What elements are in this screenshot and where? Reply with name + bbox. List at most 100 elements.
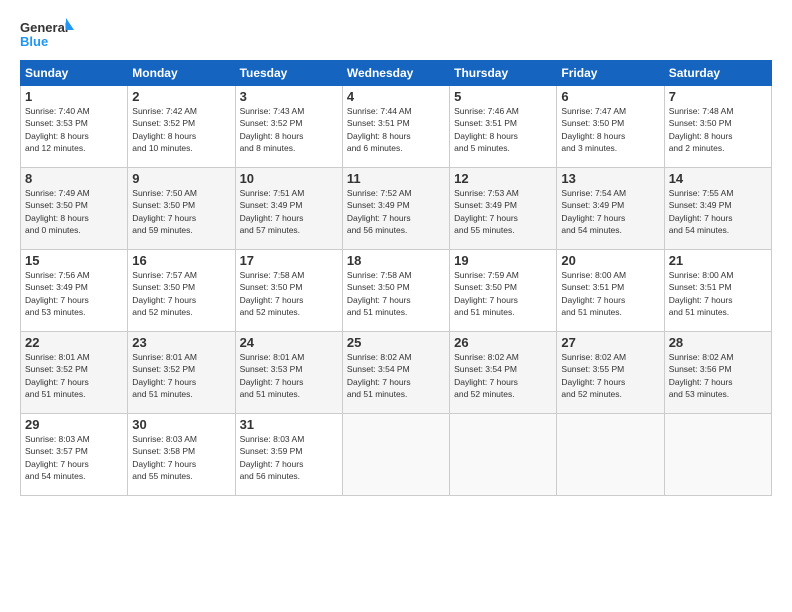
calendar-header: SundayMondayTuesdayWednesdayThursdayFrid… [21, 61, 772, 86]
calendar-cell: 28Sunrise: 8:02 AM Sunset: 3:56 PM Dayli… [664, 332, 771, 414]
weekday-header-wednesday: Wednesday [342, 61, 449, 86]
day-number: 26 [454, 335, 552, 350]
day-info: Sunrise: 8:03 AM Sunset: 3:58 PM Dayligh… [132, 433, 230, 482]
calendar-table: SundayMondayTuesdayWednesdayThursdayFrid… [20, 60, 772, 496]
calendar-cell: 31Sunrise: 8:03 AM Sunset: 3:59 PM Dayli… [235, 414, 342, 496]
day-info: Sunrise: 7:43 AM Sunset: 3:52 PM Dayligh… [240, 105, 338, 154]
calendar-cell: 17Sunrise: 7:58 AM Sunset: 3:50 PM Dayli… [235, 250, 342, 332]
page: GeneralBlue SundayMondayTuesdayWednesday… [0, 0, 792, 612]
day-info: Sunrise: 7:54 AM Sunset: 3:49 PM Dayligh… [561, 187, 659, 236]
day-info: Sunrise: 7:58 AM Sunset: 3:50 PM Dayligh… [240, 269, 338, 318]
calendar-cell: 25Sunrise: 8:02 AM Sunset: 3:54 PM Dayli… [342, 332, 449, 414]
day-info: Sunrise: 8:03 AM Sunset: 3:59 PM Dayligh… [240, 433, 338, 482]
day-info: Sunrise: 7:42 AM Sunset: 3:52 PM Dayligh… [132, 105, 230, 154]
weekday-header-monday: Monday [128, 61, 235, 86]
calendar-cell: 11Sunrise: 7:52 AM Sunset: 3:49 PM Dayli… [342, 168, 449, 250]
day-info: Sunrise: 8:02 AM Sunset: 3:56 PM Dayligh… [669, 351, 767, 400]
calendar-cell: 15Sunrise: 7:56 AM Sunset: 3:49 PM Dayli… [21, 250, 128, 332]
day-info: Sunrise: 7:59 AM Sunset: 3:50 PM Dayligh… [454, 269, 552, 318]
calendar-cell [557, 414, 664, 496]
day-info: Sunrise: 7:57 AM Sunset: 3:50 PM Dayligh… [132, 269, 230, 318]
day-info: Sunrise: 8:00 AM Sunset: 3:51 PM Dayligh… [561, 269, 659, 318]
day-number: 30 [132, 417, 230, 432]
day-number: 2 [132, 89, 230, 104]
calendar-cell: 21Sunrise: 8:00 AM Sunset: 3:51 PM Dayli… [664, 250, 771, 332]
day-info: Sunrise: 7:47 AM Sunset: 3:50 PM Dayligh… [561, 105, 659, 154]
day-info: Sunrise: 7:46 AM Sunset: 3:51 PM Dayligh… [454, 105, 552, 154]
calendar-cell [342, 414, 449, 496]
calendar-cell: 30Sunrise: 8:03 AM Sunset: 3:58 PM Dayli… [128, 414, 235, 496]
calendar-cell: 13Sunrise: 7:54 AM Sunset: 3:49 PM Dayli… [557, 168, 664, 250]
day-number: 9 [132, 171, 230, 186]
weekday-header-tuesday: Tuesday [235, 61, 342, 86]
day-info: Sunrise: 7:49 AM Sunset: 3:50 PM Dayligh… [25, 187, 123, 236]
weekday-header-thursday: Thursday [450, 61, 557, 86]
day-number: 4 [347, 89, 445, 104]
day-number: 10 [240, 171, 338, 186]
weekday-header-friday: Friday [557, 61, 664, 86]
day-number: 17 [240, 253, 338, 268]
day-info: Sunrise: 7:58 AM Sunset: 3:50 PM Dayligh… [347, 269, 445, 318]
day-info: Sunrise: 8:03 AM Sunset: 3:57 PM Dayligh… [25, 433, 123, 482]
calendar-cell [664, 414, 771, 496]
day-number: 7 [669, 89, 767, 104]
calendar-cell: 9Sunrise: 7:50 AM Sunset: 3:50 PM Daylig… [128, 168, 235, 250]
day-info: Sunrise: 8:00 AM Sunset: 3:51 PM Dayligh… [669, 269, 767, 318]
day-number: 13 [561, 171, 659, 186]
calendar-cell: 7Sunrise: 7:48 AM Sunset: 3:50 PM Daylig… [664, 86, 771, 168]
calendar-cell: 19Sunrise: 7:59 AM Sunset: 3:50 PM Dayli… [450, 250, 557, 332]
calendar-cell: 18Sunrise: 7:58 AM Sunset: 3:50 PM Dayli… [342, 250, 449, 332]
day-info: Sunrise: 8:02 AM Sunset: 3:54 PM Dayligh… [454, 351, 552, 400]
calendar-cell: 16Sunrise: 7:57 AM Sunset: 3:50 PM Dayli… [128, 250, 235, 332]
day-number: 24 [240, 335, 338, 350]
day-number: 23 [132, 335, 230, 350]
day-info: Sunrise: 7:53 AM Sunset: 3:49 PM Dayligh… [454, 187, 552, 236]
calendar-cell: 5Sunrise: 7:46 AM Sunset: 3:51 PM Daylig… [450, 86, 557, 168]
day-info: Sunrise: 8:01 AM Sunset: 3:53 PM Dayligh… [240, 351, 338, 400]
day-info: Sunrise: 7:50 AM Sunset: 3:50 PM Dayligh… [132, 187, 230, 236]
calendar-cell: 24Sunrise: 8:01 AM Sunset: 3:53 PM Dayli… [235, 332, 342, 414]
day-number: 14 [669, 171, 767, 186]
calendar-week-3: 15Sunrise: 7:56 AM Sunset: 3:49 PM Dayli… [21, 250, 772, 332]
calendar-cell: 4Sunrise: 7:44 AM Sunset: 3:51 PM Daylig… [342, 86, 449, 168]
calendar-cell: 12Sunrise: 7:53 AM Sunset: 3:49 PM Dayli… [450, 168, 557, 250]
day-info: Sunrise: 8:01 AM Sunset: 3:52 PM Dayligh… [25, 351, 123, 400]
day-info: Sunrise: 7:51 AM Sunset: 3:49 PM Dayligh… [240, 187, 338, 236]
day-number: 5 [454, 89, 552, 104]
day-number: 18 [347, 253, 445, 268]
calendar-week-4: 22Sunrise: 8:01 AM Sunset: 3:52 PM Dayli… [21, 332, 772, 414]
calendar-cell: 3Sunrise: 7:43 AM Sunset: 3:52 PM Daylig… [235, 86, 342, 168]
calendar-cell: 27Sunrise: 8:02 AM Sunset: 3:55 PM Dayli… [557, 332, 664, 414]
calendar-cell: 14Sunrise: 7:55 AM Sunset: 3:49 PM Dayli… [664, 168, 771, 250]
logo: GeneralBlue [20, 18, 80, 50]
calendar-week-2: 8Sunrise: 7:49 AM Sunset: 3:50 PM Daylig… [21, 168, 772, 250]
day-info: Sunrise: 7:48 AM Sunset: 3:50 PM Dayligh… [669, 105, 767, 154]
day-number: 8 [25, 171, 123, 186]
day-number: 19 [454, 253, 552, 268]
weekday-header-saturday: Saturday [664, 61, 771, 86]
weekday-header-sunday: Sunday [21, 61, 128, 86]
calendar-week-1: 1Sunrise: 7:40 AM Sunset: 3:53 PM Daylig… [21, 86, 772, 168]
header-row: SundayMondayTuesdayWednesdayThursdayFrid… [21, 61, 772, 86]
day-number: 1 [25, 89, 123, 104]
day-number: 3 [240, 89, 338, 104]
day-number: 16 [132, 253, 230, 268]
calendar-cell: 6Sunrise: 7:47 AM Sunset: 3:50 PM Daylig… [557, 86, 664, 168]
calendar-cell: 8Sunrise: 7:49 AM Sunset: 3:50 PM Daylig… [21, 168, 128, 250]
calendar-cell: 1Sunrise: 7:40 AM Sunset: 3:53 PM Daylig… [21, 86, 128, 168]
day-number: 28 [669, 335, 767, 350]
calendar-cell: 22Sunrise: 8:01 AM Sunset: 3:52 PM Dayli… [21, 332, 128, 414]
calendar-cell: 23Sunrise: 8:01 AM Sunset: 3:52 PM Dayli… [128, 332, 235, 414]
day-info: Sunrise: 7:52 AM Sunset: 3:49 PM Dayligh… [347, 187, 445, 236]
day-info: Sunrise: 8:01 AM Sunset: 3:52 PM Dayligh… [132, 351, 230, 400]
svg-text:Blue: Blue [20, 34, 48, 49]
day-number: 20 [561, 253, 659, 268]
day-number: 31 [240, 417, 338, 432]
calendar-week-5: 29Sunrise: 8:03 AM Sunset: 3:57 PM Dayli… [21, 414, 772, 496]
day-info: Sunrise: 7:40 AM Sunset: 3:53 PM Dayligh… [25, 105, 123, 154]
day-number: 25 [347, 335, 445, 350]
header: GeneralBlue [20, 18, 772, 50]
calendar-cell: 20Sunrise: 8:00 AM Sunset: 3:51 PM Dayli… [557, 250, 664, 332]
day-number: 27 [561, 335, 659, 350]
day-number: 11 [347, 171, 445, 186]
